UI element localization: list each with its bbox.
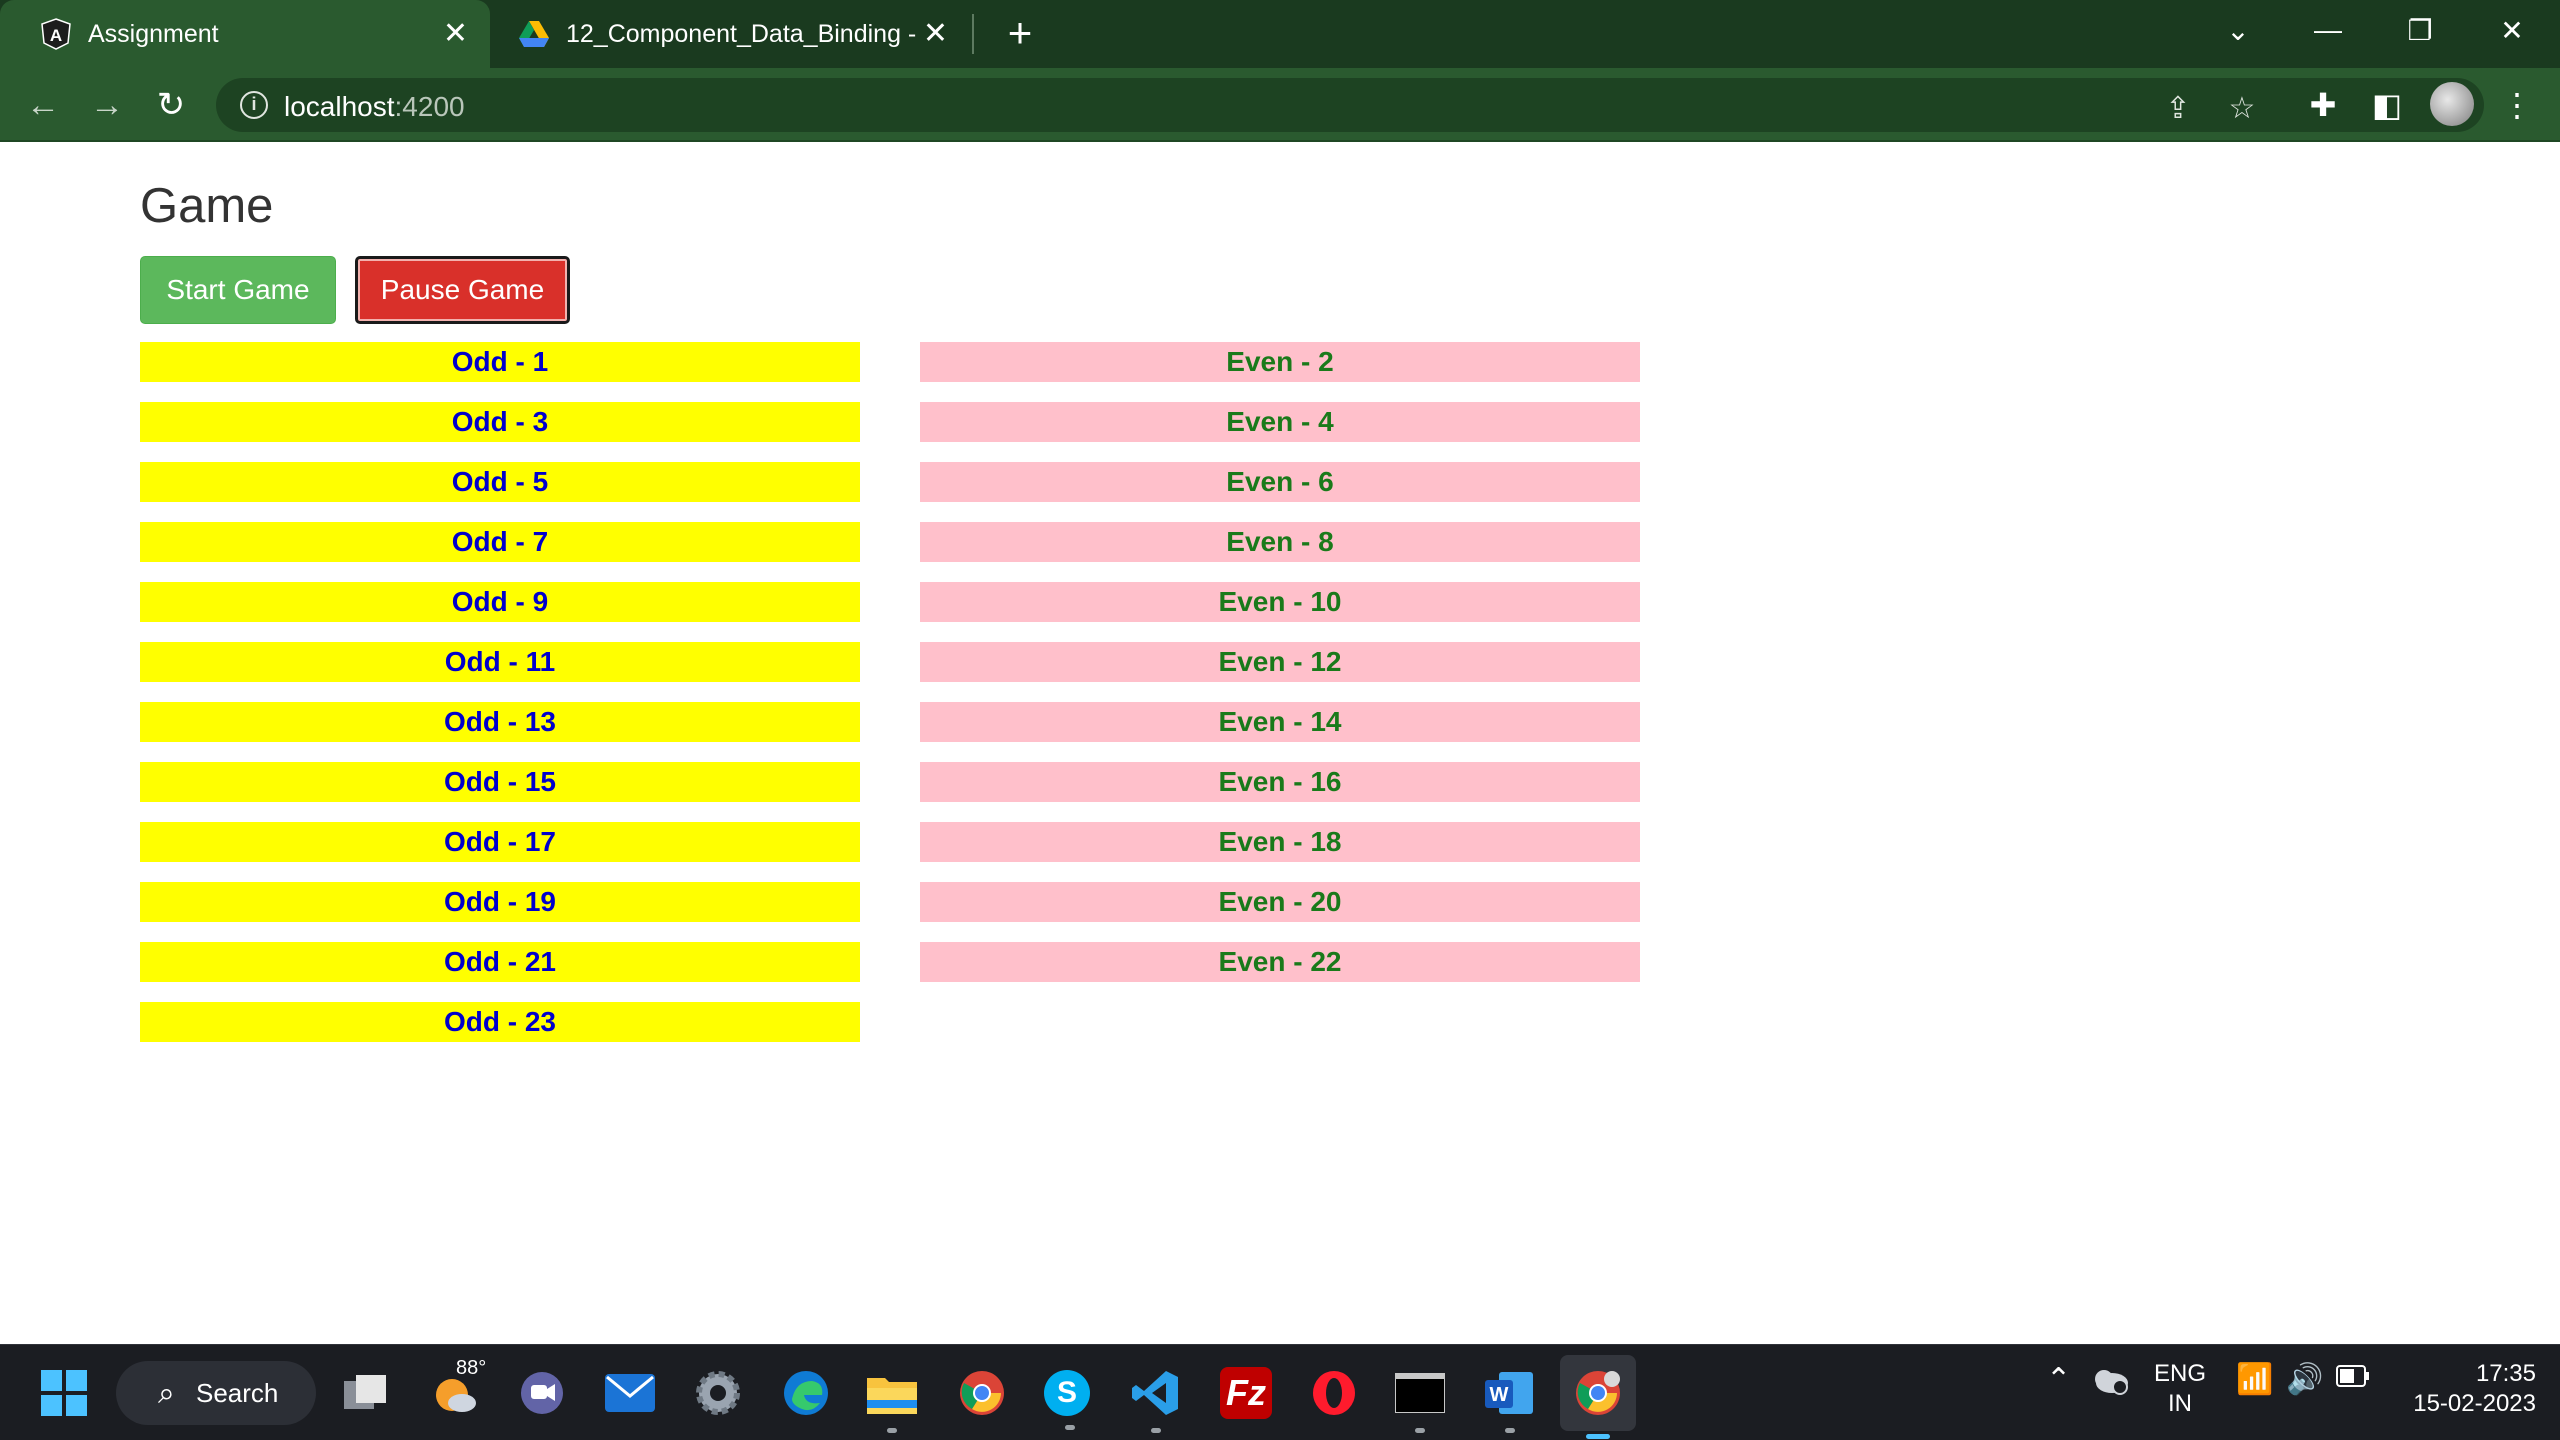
odd-item: Odd - 19	[140, 882, 860, 922]
running-indicator	[1505, 1428, 1515, 1433]
close-window-icon[interactable]: ✕	[2472, 0, 2552, 60]
edge-icon[interactable]	[780, 1367, 832, 1419]
close-tab-icon[interactable]: ✕	[443, 19, 468, 49]
tab-drive[interactable]: 12_Component_Data_Binding - G ✕	[500, 0, 970, 68]
tab-assignment[interactable]: A Assignment ✕	[0, 0, 490, 68]
odd-item: Odd - 21	[140, 942, 860, 982]
url-text[interactable]: localhost:4200	[284, 91, 465, 123]
reload-icon[interactable]: ↻	[146, 80, 196, 130]
taskbar-search[interactable]: ⌕ Search	[116, 1361, 316, 1425]
tab-separator	[972, 14, 974, 54]
browser-toolbar: ← → ↻ i localhost:4200 ⇪ ☆ ✚ ◧ ⋮	[0, 68, 2560, 142]
word-icon[interactable]: W	[1484, 1367, 1536, 1433]
chrome-profile-icon[interactable]	[1560, 1355, 1636, 1439]
running-indicator	[1415, 1428, 1425, 1433]
restore-icon[interactable]: ❐	[2380, 0, 2460, 60]
teams-chat-icon[interactable]	[516, 1367, 568, 1419]
wifi-icon[interactable]: 📶	[2236, 1365, 2273, 1395]
even-item: Even - 14	[920, 702, 1640, 742]
share-icon[interactable]: ⇪	[2158, 88, 2198, 128]
site-info-icon[interactable]: i	[240, 91, 268, 119]
odd-item: Odd - 9	[140, 582, 860, 622]
odd-item: Odd - 15	[140, 762, 860, 802]
odd-item: Odd - 7	[140, 522, 860, 562]
weather-icon[interactable]: 88°	[430, 1357, 486, 1419]
language-indicator[interactable]: ENG IN	[2154, 1359, 2206, 1419]
language-code: ENG	[2154, 1360, 2207, 1387]
even-item: Even - 22	[920, 942, 1640, 982]
windows-taskbar: ⌕ Search 88° S Fz W ⌃ ENG IN 📶 🔊 17:35 1…	[0, 1344, 2560, 1440]
page-content: Game Start Game Pause Game Odd - 1 Odd -…	[0, 142, 2560, 1344]
pause-game-button[interactable]: Pause Game	[355, 256, 570, 324]
minimize-icon[interactable]: —	[2288, 0, 2368, 60]
bookmark-star-icon[interactable]: ☆	[2222, 88, 2262, 128]
clock-time: 17:35	[2475, 1360, 2536, 1387]
even-item: Even - 6	[920, 462, 1640, 502]
terminal-icon[interactable]	[1394, 1367, 1446, 1433]
tab-title: Assignment	[88, 19, 219, 48]
region-code: IN	[2168, 1390, 2192, 1417]
tab-title: 12_Component_Data_Binding - G	[566, 19, 916, 48]
battery-icon[interactable]	[2336, 1365, 2370, 1395]
even-item: Even - 4	[920, 402, 1640, 442]
profile-avatar[interactable]	[2430, 82, 2474, 126]
extensions-icon[interactable]: ✚	[2300, 82, 2346, 128]
vscode-icon[interactable]	[1130, 1367, 1182, 1433]
even-item: Even - 2	[920, 342, 1640, 382]
tab-search-chevron-icon[interactable]: ⌄	[2198, 0, 2278, 60]
weather-temp: 88°	[456, 1357, 487, 1379]
menu-kebab-icon[interactable]: ⋮	[2494, 82, 2540, 128]
even-item: Even - 10	[920, 582, 1640, 622]
even-number-list: Even - 2 Even - 4 Even - 6 Even - 8 Even…	[920, 342, 1640, 1002]
odd-number-list: Odd - 1 Odd - 3 Odd - 5 Odd - 7 Odd - 9 …	[140, 342, 860, 1062]
even-item: Even - 16	[920, 762, 1640, 802]
task-view-icon[interactable]	[340, 1367, 392, 1419]
close-tab-icon[interactable]: ✕	[923, 19, 948, 49]
even-item: Even - 12	[920, 642, 1640, 682]
mail-icon[interactable]	[604, 1367, 656, 1419]
browser-tabstrip: A Assignment ✕ 12_Component_Data_Binding…	[0, 0, 2560, 68]
running-indicator	[887, 1428, 897, 1433]
file-explorer-icon[interactable]	[866, 1367, 918, 1433]
opera-icon[interactable]	[1308, 1367, 1360, 1419]
running-indicator	[1151, 1428, 1161, 1433]
active-indicator	[1586, 1434, 1610, 1439]
address-bar[interactable]: i localhost:4200 ⇪ ☆	[216, 78, 2484, 132]
even-item: Even - 18	[920, 822, 1640, 862]
onedrive-cloud-icon[interactable]	[2090, 1365, 2130, 1403]
odd-item: Odd - 11	[140, 642, 860, 682]
filezilla-icon[interactable]: Fz	[1220, 1367, 1272, 1419]
page-title: Game	[140, 179, 274, 233]
side-panel-icon[interactable]: ◧	[2364, 82, 2410, 128]
chrome-icon[interactable]	[956, 1367, 1008, 1419]
settings-icon[interactable]	[692, 1367, 744, 1419]
even-item: Even - 20	[920, 882, 1640, 922]
search-label: Search	[196, 1377, 279, 1408]
forward-icon[interactable]: →	[82, 80, 132, 130]
odd-item: Odd - 1	[140, 342, 860, 382]
svg-text:W: W	[1490, 1384, 1509, 1406]
show-hidden-icons-chevron-icon[interactable]: ⌃	[2046, 1365, 2071, 1395]
volume-icon[interactable]: 🔊	[2286, 1365, 2323, 1395]
svg-text:A: A	[50, 26, 62, 45]
angular-icon: A	[38, 16, 74, 52]
new-tab-icon[interactable]: +	[998, 10, 1042, 58]
odd-item: Odd - 23	[140, 1002, 860, 1042]
clock[interactable]: 17:35 15-02-2023	[2396, 1359, 2536, 1419]
search-icon: ⌕	[158, 1377, 175, 1410]
clock-date: 15-02-2023	[2413, 1390, 2536, 1417]
start-windows-icon[interactable]	[38, 1367, 90, 1419]
odd-item: Odd - 13	[140, 702, 860, 742]
odd-item: Odd - 17	[140, 822, 860, 862]
even-item: Even - 8	[920, 522, 1640, 562]
back-icon[interactable]: ←	[18, 80, 68, 130]
start-game-button[interactable]: Start Game	[140, 256, 336, 324]
odd-item: Odd - 5	[140, 462, 860, 502]
google-drive-icon	[516, 16, 552, 52]
running-indicator	[1065, 1425, 1075, 1430]
skype-icon[interactable]: S	[1044, 1370, 1090, 1430]
odd-item: Odd - 3	[140, 402, 860, 442]
